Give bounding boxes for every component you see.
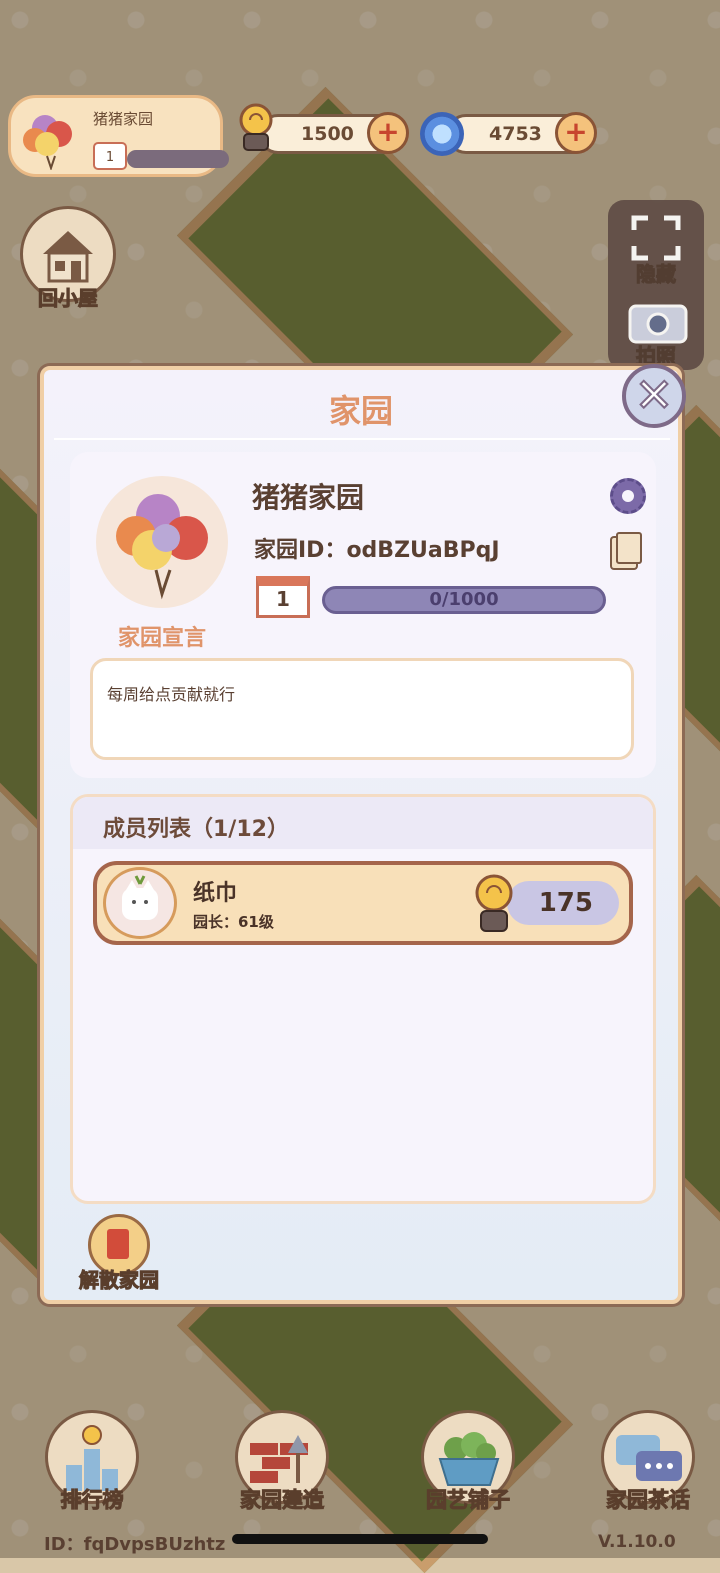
member-list-title: 成员列表（1/12） — [103, 817, 289, 842]
member-list-card: 成员列表（1/12） 纸巾 园长：61级 175 — [70, 794, 656, 1204]
member-row[interactable]: 纸巾 园长：61级 175 — [93, 861, 633, 945]
nav-build-label: 家园建造 — [240, 1488, 325, 1513]
nav-rank-label: 排行榜 — [60, 1488, 124, 1513]
home-level-icon: 1 — [93, 142, 127, 170]
photo-button[interactable]: 拍照 — [608, 296, 704, 370]
nav-chat-button[interactable]: 家园茶话 — [588, 1410, 708, 1514]
title-divider — [54, 438, 670, 440]
add-coins-button[interactable]: + — [367, 112, 409, 154]
swirl-gem-icon — [420, 112, 464, 156]
nav-build-button[interactable]: 家园建造 — [222, 1410, 342, 1514]
declaration-box: 每周给点贡献就行 — [90, 658, 634, 760]
dissolve-label: 解散家园 — [79, 1268, 160, 1293]
home-id-text: 家园ID：odBZUaBPqJ — [254, 538, 500, 563]
member-score-value: 175 — [538, 888, 593, 918]
close-button[interactable]: ✕ — [622, 364, 686, 428]
home-info-badge[interactable]: 猪猪家园 1 — [8, 95, 229, 177]
nav-shop-label: 园艺铺子 — [426, 1488, 511, 1513]
home-name-heading: 猪猪家园 — [252, 481, 365, 514]
home-indicator[interactable] — [232, 1534, 488, 1544]
dissolve-home-button[interactable]: 解散家园 — [64, 1214, 174, 1293]
member-list-header: 成员列表（1/12） — [73, 797, 653, 849]
nav-chat-label: 家园茶话 — [606, 1488, 691, 1513]
balloon-icon — [23, 115, 72, 170]
member-name: 纸巾 — [193, 881, 238, 906]
home-dialog: 家园 家园宣言 猪猪家园 家园ID：odBZUaBPqJ 1 0/1000 每周… — [40, 366, 682, 1304]
add-gems-button[interactable]: + — [555, 112, 597, 154]
member-avatar — [103, 867, 177, 939]
version-text: V.1.10.0 — [598, 1532, 676, 1552]
gem-counter: 4753 + — [446, 112, 597, 154]
dialog-title: 家园 — [328, 392, 393, 430]
home-info-card: 家园宣言 猪猪家园 家园ID：odBZUaBPqJ 1 0/1000 每周给点贡… — [70, 452, 656, 778]
gem-value: 4753 — [489, 123, 542, 145]
member-role: 园长：61级 — [193, 913, 274, 931]
nav-shop-button[interactable]: 园艺铺子 — [408, 1410, 528, 1514]
coin-counter: 1500 + — [258, 112, 409, 154]
gear-icon[interactable] — [610, 478, 646, 514]
snail-coin-icon — [475, 874, 513, 932]
nav-rank-button[interactable]: 排行榜 — [32, 1410, 152, 1514]
declaration-label: 家园宣言 — [117, 626, 206, 651]
user-id-text: ID：fqDvpsBUzhtz — [44, 1534, 226, 1555]
coin-value: 1500 — [301, 123, 354, 145]
balloon-icon — [116, 494, 208, 600]
back-home-label: 回小屋 — [38, 286, 99, 311]
camera-icon — [628, 304, 688, 344]
home-exp-bar — [127, 150, 229, 168]
home-avatar — [96, 476, 228, 608]
snail-coin-icon — [239, 103, 273, 151]
copy-icon[interactable] — [616, 532, 642, 564]
home-level-badge: 1 — [256, 576, 310, 618]
member-score: 175 — [507, 881, 619, 925]
right-tool-panel: 隐藏 拍照 — [608, 200, 704, 370]
back-home-button[interactable]: 回小屋 — [20, 206, 116, 311]
hide-label: 隐藏 — [636, 262, 677, 287]
hide-button[interactable]: 隐藏 — [608, 210, 704, 287]
home-name-label: 猪猪家园 — [93, 110, 154, 128]
home-exp-bar: 0/1000 — [322, 586, 606, 614]
